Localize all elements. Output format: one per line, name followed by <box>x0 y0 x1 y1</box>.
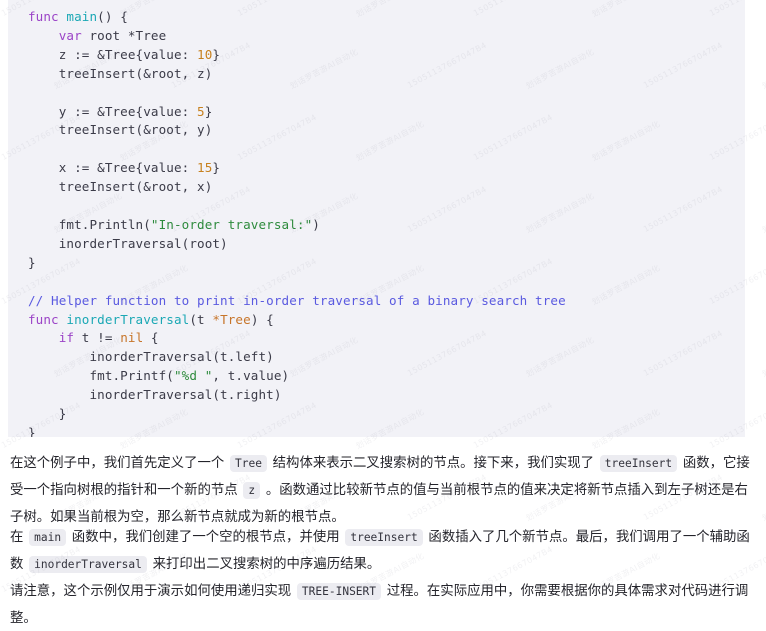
code-token: (t <box>189 311 213 327</box>
code-token: "%d " <box>173 368 213 384</box>
code-token: treeInsert(&root, y) <box>28 122 213 138</box>
inline-code: main <box>29 529 67 546</box>
code-token: *Tree <box>212 311 251 327</box>
prose-text: 请注意，这个示例仅用于演示如何使用递归实现 <box>10 583 295 598</box>
code-token: fmt.Printf( <box>28 368 174 384</box>
prose-text: 函数中，我们创建了一个空的根节点，并使用 <box>68 529 344 544</box>
code-token: if <box>58 330 75 346</box>
code-token: 10 <box>197 46 213 62</box>
watermark-text: 划话罗苦游AI自动化 <box>760 335 766 379</box>
code-token: } <box>28 406 67 422</box>
code-token: ) <box>312 216 320 232</box>
code-token: inorderTraversal(t.right) <box>28 387 282 403</box>
code-token: z := &Tree{value: <box>28 46 198 62</box>
code-token: } <box>212 46 221 62</box>
code-token: } <box>28 424 36 437</box>
code-token: // Helper function to print in-order tra… <box>28 292 566 308</box>
code-token: } <box>28 254 36 270</box>
code-token: func <box>28 9 67 24</box>
inline-code: treeInsert <box>345 529 423 546</box>
inline-code: TREE-INSERT <box>296 583 382 600</box>
code-token: treeInsert(&root, x) <box>28 179 213 195</box>
code-token: 5 <box>197 103 205 119</box>
code-block: func main() { var root *Tree z := &Tree{… <box>8 0 745 437</box>
code-token: var <box>58 27 82 43</box>
code-token: inorderTraversal(root) <box>28 235 228 251</box>
code-token: treeInsert(&root, z) <box>28 65 213 81</box>
code-token: nil <box>120 330 144 346</box>
watermark-text: 划话罗苦游AI自动化 <box>760 479 766 523</box>
paragraph-3: 请注意，这个示例仅用于演示如何使用递归实现 TREE-INSERT 过程。在实际… <box>10 578 758 631</box>
code-token: } <box>212 160 221 176</box>
inline-code: Tree <box>229 455 267 472</box>
code-token: func <box>28 311 67 327</box>
code-token: "In-order traversal:" <box>150 216 313 232</box>
code-content[interactable]: func main() { var root *Tree z := &Tree{… <box>8 2 745 437</box>
code-token: main <box>66 9 98 24</box>
prose-text: 在这个例子中，我们首先定义了一个 <box>10 455 228 470</box>
code-token: () { <box>97 9 128 24</box>
paragraph-1: 在这个例子中，我们首先定义了一个 Tree 结构体来表示二叉搜索树的节点。接下来… <box>10 450 758 530</box>
code-token: fmt.Println( <box>28 216 151 232</box>
paragraph-2: 在 main 函数中，我们创建了一个空的根节点，并使用 treeInsert 函… <box>10 524 758 578</box>
inline-code: treeInsert <box>599 455 678 472</box>
code-token: , t.value) <box>212 368 290 384</box>
code-token: t != <box>74 330 121 346</box>
code-token: ) { <box>250 311 274 327</box>
code-token: inorderTraversal <box>66 311 190 327</box>
code-token: } <box>204 103 213 119</box>
code-token: inorderTraversal(t.left) <box>28 349 274 365</box>
inline-code: z <box>243 482 261 499</box>
prose-text: 在 <box>10 529 28 544</box>
prose-text: 结构体来表示二叉搜索树的节点。接下来，我们实现了 <box>268 455 598 470</box>
watermark-text: 划话罗苦游AI自动化 <box>760 191 766 235</box>
inline-code: inorderTraversal <box>29 556 147 573</box>
code-block-gutter <box>8 0 20 437</box>
code-token: { <box>143 330 159 346</box>
code-token: x := &Tree{value: <box>28 160 198 176</box>
code-token: root *Tree <box>81 27 167 43</box>
code-token: y := &Tree{value: <box>28 103 198 119</box>
watermark-text: 划话罗苦游AI自动化 <box>760 47 766 91</box>
prose-text: 来打印出二叉搜索树的中序遍历结果。 <box>148 556 381 571</box>
code-token: 15 <box>197 160 213 176</box>
